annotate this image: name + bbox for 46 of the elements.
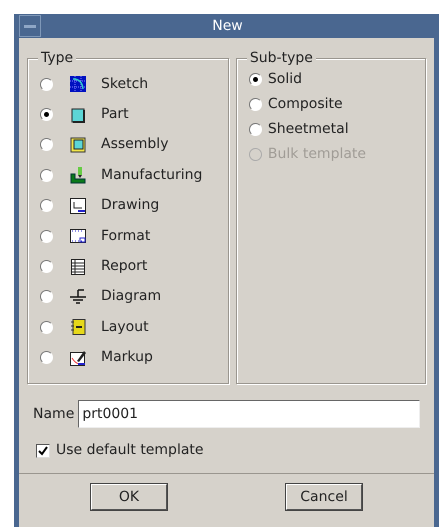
type-option-label: Layout [101,318,149,337]
type-option-label: Format [101,226,150,246]
radio-button[interactable] [40,320,53,334]
ok-button[interactable]: OK [91,484,167,510]
group-title: Type [38,50,76,66]
type-option-label: Drawing [101,196,160,216]
checkbox-label: Use default template [56,441,204,460]
drawing-sheet-icon [69,196,87,215]
radio-button[interactable] [40,138,53,152]
radio-button[interactable] [248,98,262,111]
subtype-option-label: Sheetmetal [268,120,349,139]
radio-button[interactable] [40,230,53,243]
radio-button[interactable] [40,168,53,182]
name-label: Name [33,404,74,424]
type-option-label: Markup [101,348,153,368]
group-title: Sub-type [246,50,316,66]
type-option-label: Part [101,105,129,124]
cancel-button[interactable]: Cancel [286,484,362,510]
type-option-label: Report [101,257,148,276]
radio-button[interactable] [248,73,262,86]
format-sheet-icon [69,227,87,246]
radio-button[interactable] [40,108,53,122]
radio-button[interactable] [248,123,262,136]
window-menu-button[interactable] [19,15,41,37]
radio-button[interactable] [40,199,53,212]
radio-button[interactable] [40,260,53,274]
sketch-grid-icon [69,75,87,94]
notebook-icon [69,318,87,336]
type-option-label: Assembly [101,135,168,154]
window-title: New [211,16,244,36]
ground-symbol-icon [69,288,87,306]
radio-button[interactable] [40,78,53,91]
radio-button[interactable] [40,351,53,364]
cube-icon [69,106,87,124]
checkbox[interactable] [36,444,50,458]
table-icon [69,258,87,276]
assembly-icon [69,136,87,154]
markup-pen-icon [69,348,87,367]
name-input-field[interactable]: prt0001 [78,400,420,428]
subtype-option-label: Composite [268,95,343,114]
subtype-option-label: Solid [268,70,302,89]
type-option-label: Manufacturing [101,166,202,185]
radio-button[interactable] [40,290,53,304]
type-option-label: Sketch [101,74,148,94]
tool-icon [69,166,87,184]
type-option-label: Diagram [101,287,162,306]
